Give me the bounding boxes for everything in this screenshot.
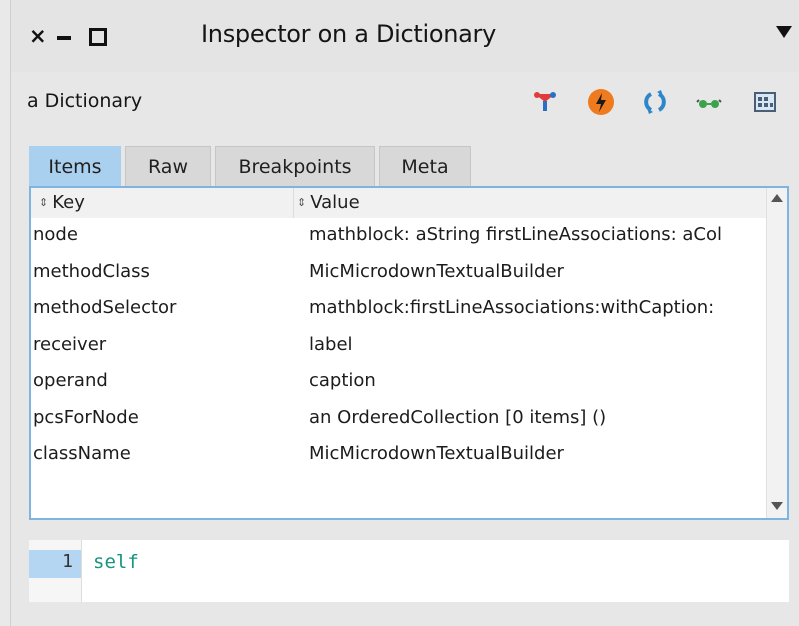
browse-icon[interactable] [531,88,559,116]
tab-raw-label: Raw [148,156,188,178]
inspector-header: a Dictionary [11,72,799,134]
row-value: label [309,333,353,355]
row-key: node [33,224,78,245]
row-key: methodClass [33,260,150,282]
table-row[interactable]: operand caption [31,364,769,401]
row-value: MicMicrodownTextualBuilder [309,443,564,464]
table-body: node mathblock: aString firstLineAssocia… [31,218,769,474]
window-menu-chevron-down-icon[interactable] [776,26,792,38]
tab-items[interactable]: Items [29,146,121,186]
row-key: pcsForNode [33,406,139,428]
grid-panel-icon[interactable] [751,88,779,116]
row-value: MicMicrodownTextualBuilder [309,260,564,282]
maximize-window-button[interactable] [89,28,107,46]
current-line-highlight: 1 [29,550,81,578]
tab-raw[interactable]: Raw [125,146,211,186]
items-table: ⇕ Key ⇕ Value node mathblock: aString firs… [29,186,789,520]
sort-icon: ⇕ [297,196,307,209]
row-key: methodSelector [33,297,177,318]
vertical-scrollbar[interactable] [766,188,787,518]
column-header-key[interactable]: ⇕ Key [39,192,85,213]
minimize-window-button[interactable] [57,36,71,40]
scroll-down-arrow-icon[interactable] [771,502,783,510]
tab-meta[interactable]: Meta [379,146,471,186]
tab-items-label: Items [48,156,102,178]
inspected-object-label: a Dictionary [27,90,143,112]
row-value: mathblock:firstLineAssociations:withCapt… [309,297,715,318]
row-value: mathblock: aString firstLineAssociations… [309,224,722,245]
column-divider[interactable] [293,188,294,218]
row-value: caption [309,370,376,391]
row-key: receiver [33,333,107,355]
line-number: 1 [62,551,73,572]
code-text[interactable]: self [93,551,139,573]
table-row[interactable]: receiver label [31,328,769,365]
table-row[interactable]: node mathblock: aString firstLineAssocia… [31,218,769,255]
column-header-value-label: Value [310,192,360,213]
row-value: an OrderedCollection [0 items] () [309,406,607,428]
table-row[interactable]: methodClass MicMicrodownTextualBuilder [31,255,769,292]
tab-breakpoints-label: Breakpoints [238,156,352,178]
column-header-value[interactable]: ⇕ Value [297,192,360,213]
window-title: Inspector on a Dictionary [201,20,497,48]
table-row[interactable]: methodSelector mathblock:firstLineAssoci… [31,291,769,328]
title-bar: × Inspector on a Dictionary [11,0,799,72]
close-window-button[interactable]: × [29,24,47,48]
column-header-key-label: Key [52,192,85,213]
line-number-gutter: 1 [29,540,82,602]
table-row[interactable]: className MicMicrodownTextualBuilder [31,437,769,474]
glasses-icon[interactable] [695,88,723,116]
tab-breakpoints[interactable]: Breakpoints [215,146,375,186]
inspector-window: × Inspector on a Dictionary a Dictionary [10,0,799,626]
row-key: className [33,443,131,464]
tab-meta-label: Meta [401,156,449,178]
code-editor[interactable]: 1 self [29,540,789,602]
sort-icon: ⇕ [39,196,49,209]
refresh-icon[interactable] [641,88,669,116]
row-key: operand [33,370,108,391]
debug-lightning-icon[interactable] [587,88,615,116]
table-row[interactable]: pcsForNode an OrderedCollection [0 items… [31,401,769,438]
table-header: ⇕ Key ⇕ Value [31,188,769,218]
scroll-up-arrow-icon[interactable] [771,194,783,202]
